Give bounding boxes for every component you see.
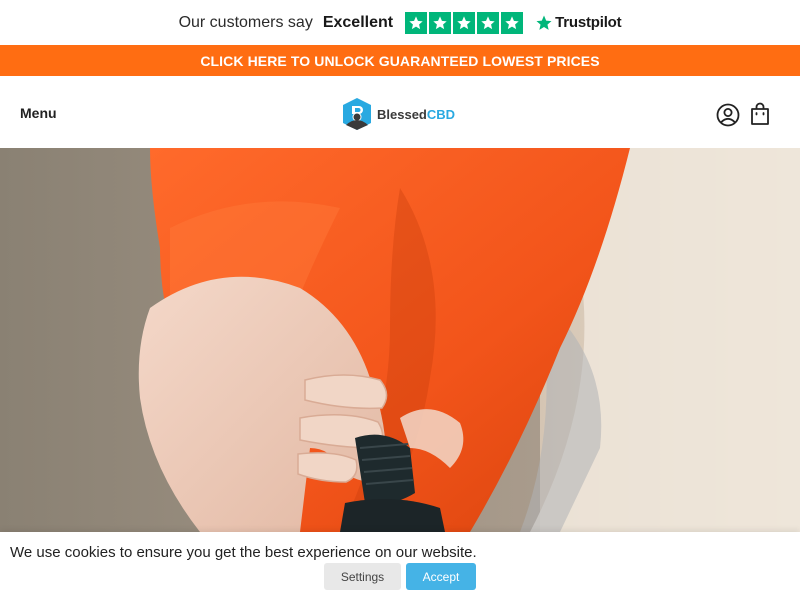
cookie-settings-button[interactable]: Settings [324, 563, 401, 590]
hero-image [0, 148, 800, 532]
trustpilot-star-icon [536, 15, 552, 30]
star-icon [429, 11, 452, 34]
site-header: Menu BlessedCBD [0, 76, 800, 148]
cookie-banner: We use cookies to ensure you get the bes… [0, 532, 800, 600]
cart-icon[interactable] [749, 102, 771, 126]
trustpilot-logo[interactable]: Trustpilot [535, 14, 622, 32]
logo-mark-icon [343, 98, 371, 130]
star-icon [453, 11, 476, 34]
promo-banner[interactable]: CLICK HERE TO UNLOCK GUARANTEED LOWEST P… [0, 45, 800, 76]
trustpilot-stars [405, 11, 524, 34]
star-icon [405, 11, 428, 34]
cookie-message: We use cookies to ensure you get the bes… [10, 544, 477, 561]
promo-banner-text: CLICK HERE TO UNLOCK GUARANTEED LOWEST P… [200, 52, 600, 69]
menu-button[interactable]: Menu [20, 105, 57, 121]
hero-photo [0, 148, 800, 532]
trustpilot-brand: Trustpilot [555, 14, 622, 31]
star-icon [477, 11, 500, 34]
trustpilot-rating-word: Excellent [322, 13, 394, 31]
logo-text: BlessedCBD [377, 106, 456, 122]
cookie-accept-button[interactable]: Accept [406, 563, 476, 590]
trustpilot-bar[interactable]: Our customers say Excellent Trustpilot [0, 0, 800, 45]
site-logo[interactable]: BlessedCBD [341, 97, 455, 131]
account-icon[interactable] [716, 103, 740, 127]
star-icon [501, 11, 524, 34]
trustpilot-prefix: Our customers say [178, 13, 313, 31]
